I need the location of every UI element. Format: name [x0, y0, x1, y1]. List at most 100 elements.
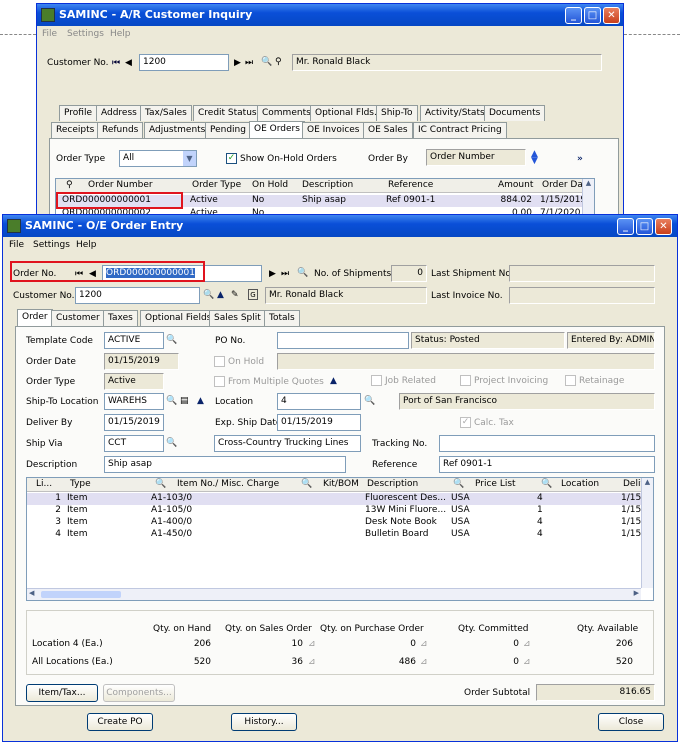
menu-help[interactable]: Help [76, 240, 97, 250]
drilldown-icon[interactable]: ⊿ [308, 639, 316, 649]
history-button[interactable]: History... [231, 713, 297, 731]
next-record-icon[interactable]: ▶ [269, 269, 276, 279]
chevron-down-icon[interactable]: ▼ [183, 151, 196, 166]
calc-tax-checkbox[interactable]: ✓ [460, 417, 471, 428]
close-button[interactable]: Close [598, 713, 664, 731]
tab-receipts[interactable]: Receipts [51, 122, 100, 138]
table-row[interactable]: 3 Item A1-400/0 Desk Note Book USA 4 1/1… [27, 517, 653, 529]
scrollbar[interactable]: ▲ [582, 179, 594, 217]
item-tax-button[interactable]: Item/Tax... [26, 684, 98, 702]
search-icon[interactable]: 🔍 [155, 479, 166, 489]
tab-customer[interactable]: Customer [51, 310, 105, 326]
search-icon[interactable]: 🔍 [203, 290, 214, 300]
table-row[interactable]: 1 Item A1-103/0 Fluorescent Des... USA 4… [27, 493, 653, 505]
col-description[interactable]: Description [302, 180, 353, 190]
col-order-type[interactable]: Order Type [192, 180, 241, 190]
vertical-scrollbar[interactable]: ▲ [641, 478, 653, 588]
maximize-icon[interactable]: □ [636, 218, 653, 235]
sort-arrows-icon[interactable]: ▲ ▼ [531, 150, 538, 166]
menu-settings[interactable]: Settings [33, 240, 70, 250]
oe-order-entry-window[interactable]: SAMINC - O/E Order Entry _ □ ✕ File Sett… [2, 214, 678, 742]
tab-comments[interactable]: Comments [257, 105, 316, 121]
table-row[interactable]: 4 Item A1-450/0 Bulletin Board USA 4 1/1… [27, 529, 653, 541]
tab-oe-sales[interactable]: OE Sales [363, 122, 413, 138]
tab-ic-contract-pricing[interactable]: IC Contract Pricing [413, 122, 507, 138]
col-kit-bom[interactable]: Kit/BOM [323, 479, 359, 489]
fast-forward-icon[interactable]: » [577, 154, 583, 164]
col-type[interactable]: Type [70, 479, 91, 489]
on-hold-checkbox[interactable] [214, 356, 225, 367]
exp-ship-field[interactable]: 01/15/2019 [277, 414, 361, 431]
description-field[interactable]: Ship asap [104, 456, 346, 473]
project-invoicing-checkbox[interactable] [460, 375, 471, 386]
tab-profile[interactable]: Profile [59, 105, 97, 121]
col-item-no[interactable]: Item No./ Misc. Charge [177, 479, 279, 489]
components-button[interactable]: Components... [103, 684, 175, 702]
col-line[interactable]: Li... [36, 479, 52, 489]
tab-sales-split[interactable]: Sales Split [209, 310, 266, 326]
location-field[interactable]: 4 [277, 393, 361, 410]
drilldown-icon[interactable]: ⊿ [523, 657, 531, 667]
ship-via-name-field[interactable]: Cross-Country Trucking Lines [214, 435, 361, 452]
search-icon[interactable]: 🔍 [297, 268, 308, 278]
tab-oe-orders[interactable]: OE Orders [249, 121, 305, 139]
tracking-field[interactable] [439, 435, 655, 452]
tab-taxes[interactable]: Taxes [103, 310, 138, 326]
order-lines-grid[interactable]: Li... Type 🔍 Item No./ Misc. Charge 🔍 Ki… [26, 477, 654, 601]
search-icon[interactable]: 🔍 [261, 57, 272, 67]
col-amount[interactable]: Amount [498, 180, 533, 190]
col-location[interactable]: Location [561, 479, 599, 489]
col-price-list[interactable]: Price List [475, 479, 516, 489]
col-order-date[interactable]: Order Dat [542, 180, 586, 190]
document-icon[interactable]: ▤ [180, 396, 189, 406]
drilldown-icon[interactable]: ⊿ [523, 639, 531, 649]
customer-no-field[interactable]: 1200 [75, 287, 200, 304]
tab-activity-stats[interactable]: Activity/Stats [420, 105, 490, 121]
from-quotes-checkbox[interactable] [214, 376, 225, 387]
tab-order[interactable]: Order [17, 309, 53, 327]
deliver-by-field[interactable]: 01/15/2019 [104, 414, 164, 431]
tab-ship-to[interactable]: Ship-To [376, 105, 418, 121]
search-icon[interactable]: 🔍 [166, 438, 177, 448]
search-icon[interactable]: 🔍 [166, 335, 177, 345]
col-order-number[interactable]: Order Number [88, 180, 153, 190]
reference-field[interactable]: Ref 0901-1 [439, 456, 655, 473]
create-po-button[interactable]: Create PO [87, 713, 153, 731]
drilldown-icon[interactable]: ⊿ [420, 639, 428, 649]
tab-refunds[interactable]: Refunds [97, 122, 144, 138]
tab-optional-fields[interactable]: Optional Flds. [310, 105, 382, 121]
last-record-icon[interactable]: ⏭ [245, 58, 253, 68]
tab-address[interactable]: Address [96, 105, 142, 121]
up-arrow-icon[interactable]: ▲ [330, 376, 337, 386]
drilldown-icon[interactable]: ⊿ [308, 657, 316, 667]
menu-file[interactable]: File [42, 29, 57, 39]
last-record-icon[interactable]: ⏭ [281, 269, 289, 279]
col-on-hold[interactable]: On Hold [252, 180, 288, 190]
maximize-icon[interactable]: □ [584, 7, 601, 24]
menu-file[interactable]: File [9, 240, 24, 250]
search-icon[interactable]: 🔍 [301, 479, 312, 489]
edit-icon[interactable]: ✎ [231, 290, 239, 300]
close-icon[interactable]: ✕ [655, 218, 672, 235]
ar-customer-inquiry-window[interactable]: SAMINC - A/R Customer Inquiry _ □ ✕ File… [36, 3, 624, 218]
horizontal-scrollbar[interactable]: ◀ ▶ [27, 588, 641, 600]
tab-documents[interactable]: Documents [484, 105, 546, 121]
document-icon[interactable]: G [248, 289, 258, 300]
job-related-checkbox[interactable] [371, 375, 382, 386]
search-icon[interactable]: 🔍 [166, 396, 177, 406]
next-record-icon[interactable]: ▶ [234, 58, 241, 68]
title-bar[interactable]: SAMINC - O/E Order Entry _ □ ✕ [3, 215, 677, 237]
minimize-icon[interactable]: _ [565, 7, 582, 24]
filter-icon[interactable]: ⚲ [275, 57, 282, 67]
first-record-icon[interactable]: ⏮ [112, 58, 120, 68]
table-row[interactable]: 2 Item A1-105/0 13W Mini Fluore... USA 1… [27, 505, 653, 517]
up-arrow-icon[interactable]: ▲ [197, 396, 204, 406]
close-icon[interactable]: ✕ [603, 7, 620, 24]
up-arrow-icon[interactable]: ▲ [217, 290, 224, 300]
tab-adjustments[interactable]: Adjustments [144, 122, 211, 138]
col-reference[interactable]: Reference [388, 180, 433, 190]
search-icon[interactable]: 🔍 [453, 479, 464, 489]
tab-totals[interactable]: Totals [264, 310, 300, 326]
po-no-field[interactable] [277, 332, 409, 349]
tab-optional-fields[interactable]: Optional Fields [140, 310, 217, 326]
